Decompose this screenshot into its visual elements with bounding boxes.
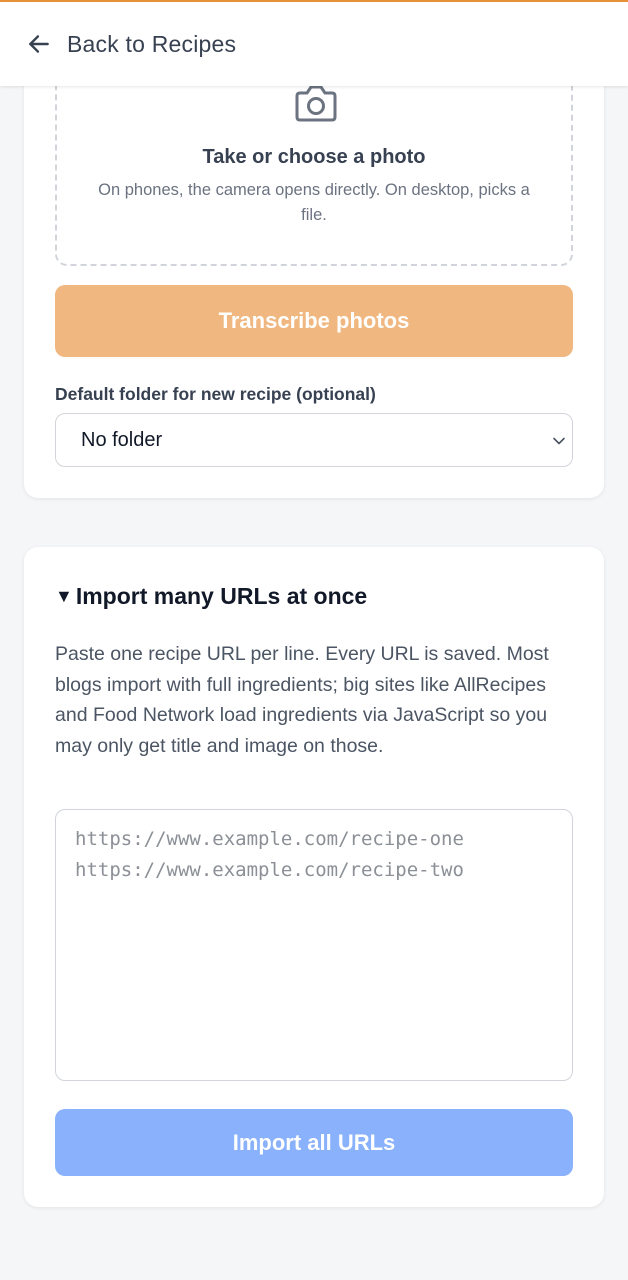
url-list-textarea[interactable]: https://www.example.com/recipe-one https… — [55, 809, 573, 1081]
back-arrow-icon — [29, 35, 49, 53]
app-header: Back to Recipes — [0, 2, 628, 86]
camera-icon — [295, 85, 337, 122]
import-all-urls-button[interactable]: Import all URLs — [55, 1109, 573, 1176]
bulk-import-toggle[interactable]: ▼ Import many URLs at once — [55, 583, 367, 610]
triangle-down-icon: ▼ — [55, 586, 73, 606]
bulk-import-description: Paste one recipe URL per line. Every URL… — [55, 643, 549, 757]
dropzone-title: Take or choose a photo — [202, 146, 426, 168]
dropzone-subtitle: On phones, the camera opens directly. On… — [98, 181, 530, 224]
chevron-down-icon — [553, 437, 565, 445]
back-label: Back to Recipes — [67, 30, 237, 57]
default-folder-value: No folder — [81, 428, 163, 451]
transcribe-photos-button[interactable]: Transcribe photos — [55, 285, 573, 357]
bulk-import-title: Import many URLs at once — [75, 583, 368, 609]
default-folder-label: Default folder for new recipe (optional) — [55, 384, 376, 404]
bulk-import-card: ▼ Import many URLs at once Paste one rec… — [24, 547, 604, 1207]
default-folder-select[interactable]: No folder — [55, 413, 573, 467]
photo-import-card: Take or choose a photo On phones, the ca… — [24, 40, 604, 498]
back-to-recipes-link[interactable]: Back to Recipes — [26, 31, 236, 58]
